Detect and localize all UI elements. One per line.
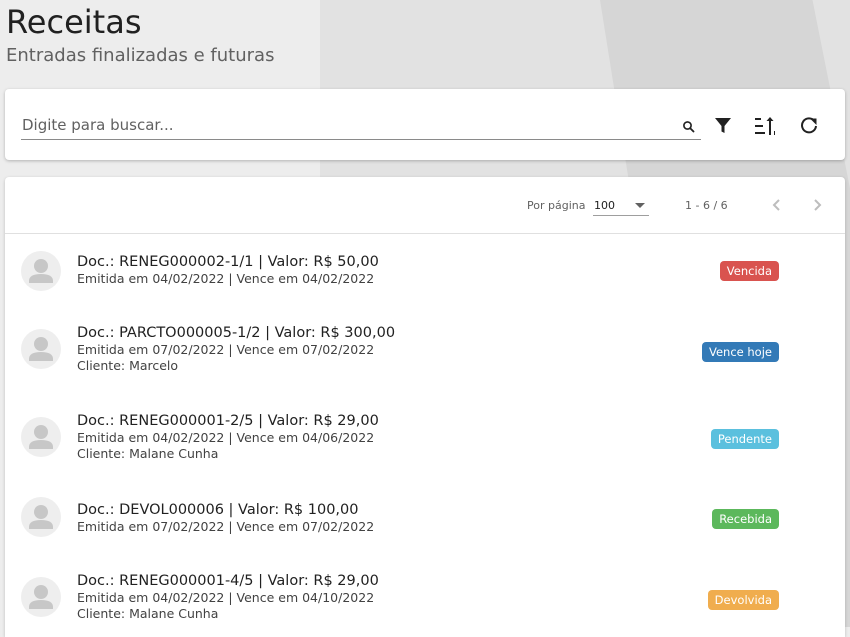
item-text: Doc.: RENEG000001-2/5 | Valor: R$ 29,00 … <box>77 412 379 462</box>
search-icon[interactable] <box>682 119 696 133</box>
pagination-bar: Por página 100 1 - 6 / 6 <box>5 177 845 234</box>
search-input[interactable] <box>21 113 662 137</box>
per-page-value: 100 <box>594 199 615 212</box>
search-toolbar <box>5 89 845 160</box>
page-title: Receitas <box>6 3 142 41</box>
avatar <box>21 577 61 617</box>
list-item[interactable]: Doc.: RENEG000001-2/5 | Valor: R$ 29,00 … <box>5 412 845 475</box>
person-icon <box>29 337 53 361</box>
item-client: Cliente: Marcelo <box>77 358 179 373</box>
avatar <box>21 251 61 291</box>
receivables-list: Por página 100 1 - 6 / 6 Doc.: RENEG0000… <box>5 177 845 637</box>
item-doc: Doc.: RENEG000002-1/1 | Valor: R$ 50,00 <box>77 254 379 270</box>
item-dates: Emitida em 04/02/2022 | Vence em 04/06/2… <box>77 430 375 445</box>
item-doc: Doc.: PARCTO000005-1/2 | Valor: R$ 300,0… <box>77 325 396 341</box>
list-item[interactable]: Doc.: DEVOL000006 | Valor: R$ 100,00 Emi… <box>5 497 845 553</box>
person-icon <box>29 259 53 283</box>
item-client: Cliente: Malane Cunha <box>77 606 219 621</box>
item-text: Doc.: RENEG000001-4/5 | Valor: R$ 29,00 … <box>77 572 379 622</box>
item-client: Cliente: Malane Cunha <box>77 446 219 461</box>
per-page-label: Por página <box>527 199 586 212</box>
avatar <box>21 497 61 537</box>
previous-page-button[interactable] <box>765 193 789 217</box>
filter-button[interactable] <box>709 112 737 140</box>
item-doc: Doc.: RENEG000001-4/5 | Valor: R$ 29,00 <box>77 573 379 589</box>
item-doc: Doc.: DEVOL000006 | Valor: R$ 100,00 <box>77 502 359 518</box>
sort-button[interactable] <box>751 112 779 140</box>
item-dates: Emitida em 04/02/2022 | Vence em 04/10/2… <box>77 590 375 605</box>
item-text: Doc.: PARCTO000005-1/2 | Valor: R$ 300,0… <box>77 324 395 374</box>
status-badge: Vencida <box>719 261 779 281</box>
list-item[interactable]: Doc.: PARCTO000005-1/2 | Valor: R$ 300,0… <box>5 324 845 387</box>
chevron-down-icon <box>635 203 645 208</box>
page-range: 1 - 6 / 6 <box>685 199 728 212</box>
page-subtitle: Entradas finalizadas e futuras <box>6 45 275 66</box>
sort-icon <box>755 117 775 135</box>
chevron-left-icon <box>772 199 780 211</box>
list-item[interactable]: Doc.: RENEG000002-1/1 | Valor: R$ 50,00 … <box>5 247 845 303</box>
item-dates: Emitida em 07/02/2022 | Vence em 07/02/2… <box>77 342 375 357</box>
chevron-right-icon <box>814 199 822 211</box>
refresh-icon <box>801 117 817 134</box>
item-text: Doc.: DEVOL000006 | Valor: R$ 100,00 Emi… <box>77 501 374 535</box>
item-text: Doc.: RENEG000002-1/1 | Valor: R$ 50,00 … <box>77 253 379 287</box>
refresh-button[interactable] <box>795 112 823 140</box>
avatar <box>21 417 61 457</box>
page-header: Receitas Entradas finalizadas e futuras <box>6 2 274 69</box>
status-badge: Recebida <box>712 509 779 529</box>
list-item[interactable]: Doc.: RENEG000001-4/5 | Valor: R$ 29,00 … <box>5 572 845 635</box>
item-dates: Emitida em 07/02/2022 | Vence em 07/02/2… <box>77 519 375 534</box>
person-icon <box>29 505 53 529</box>
status-badge: Pendente <box>710 429 779 449</box>
status-badge: Devolvida <box>707 590 779 610</box>
search-field <box>21 113 701 140</box>
filter-icon <box>715 118 731 133</box>
person-icon <box>29 585 53 609</box>
item-doc: Doc.: RENEG000001-2/5 | Valor: R$ 29,00 <box>77 413 379 429</box>
per-page-select[interactable]: 100 <box>593 195 649 216</box>
next-page-button[interactable] <box>805 193 829 217</box>
item-dates: Emitida em 04/02/2022 | Vence em 04/02/2… <box>77 271 375 286</box>
avatar <box>21 329 61 369</box>
person-icon <box>29 425 53 449</box>
status-badge: Vence hoje <box>702 342 779 362</box>
